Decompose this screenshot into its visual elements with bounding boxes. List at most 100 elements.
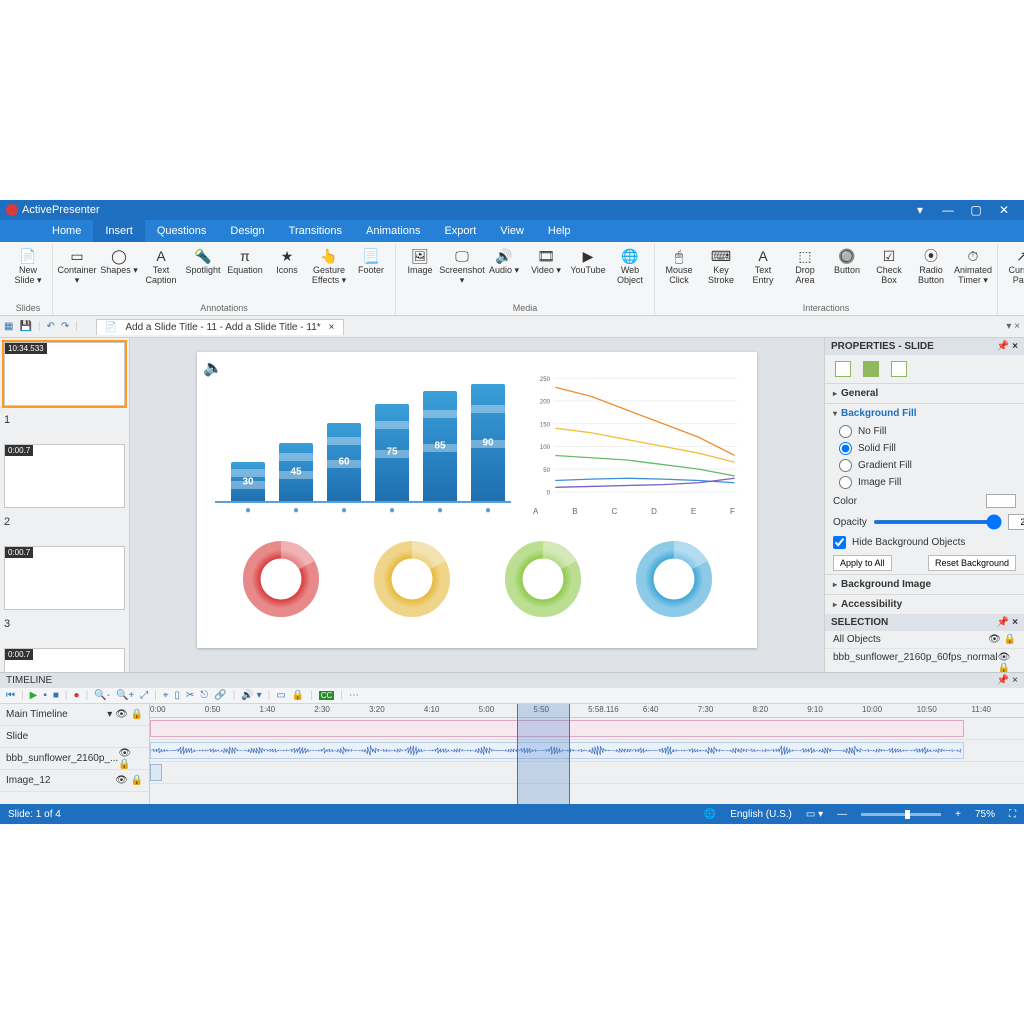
- document-tab[interactable]: 📄 Add a Slide Title - 11 - Add a Slide T…: [96, 319, 344, 335]
- selection-pin-icon[interactable]: 📌 ×: [997, 617, 1018, 628]
- ribbon-video-[interactable]: 🎞Video ▾: [526, 244, 566, 288]
- timeline-ruler[interactable]: 0:000:501:402:303:204:105:005:505:58.116…: [150, 704, 1024, 718]
- timeline-track-select[interactable]: Main Timeline▾ 👁 🔒: [0, 704, 149, 726]
- menu-home[interactable]: Home: [40, 220, 93, 242]
- qa-redo-icon[interactable]: ↷: [61, 321, 69, 332]
- opacity-slider[interactable]: [873, 520, 1002, 524]
- tl-select-icon[interactable]: ▭: [276, 690, 285, 701]
- minimize-button[interactable]: —: [934, 203, 962, 217]
- bar[interactable]: 90: [471, 384, 505, 501]
- zoom-out-icon[interactable]: —: [837, 809, 847, 820]
- menu-view[interactable]: View: [488, 220, 536, 242]
- tl-play-icon[interactable]: ▶: [30, 690, 38, 701]
- section-accessibility[interactable]: ▸Accessibility: [825, 594, 1024, 614]
- slide-canvas[interactable]: 🔈 304560758590 ●●●●●● 050100150200250 AB…: [197, 352, 757, 648]
- tl-link-icon[interactable]: 🔗: [214, 690, 226, 701]
- donut-chart[interactable]: [373, 540, 451, 618]
- menu-questions[interactable]: Questions: [145, 220, 219, 242]
- track-image[interactable]: [150, 762, 1024, 784]
- canvas-area[interactable]: 🔈 304560758590 ●●●●●● 050100150200250 AB…: [130, 338, 824, 672]
- tl-zoom-out-icon[interactable]: 🔍-: [94, 690, 110, 701]
- ribbon-web-object[interactable]: 🌐WebObject: [610, 244, 650, 288]
- timeline-pin-icon[interactable]: 📌 ×: [997, 675, 1018, 686]
- tl-pause-icon[interactable]: ▪: [43, 690, 47, 701]
- slide-thumbnail[interactable]: 10:34.533: [4, 342, 125, 406]
- tl-zoom-fit-icon[interactable]: ⤢: [140, 690, 148, 701]
- tl-stop-icon[interactable]: ■: [53, 690, 59, 701]
- menu-help[interactable]: Help: [536, 220, 583, 242]
- timeline-row-image[interactable]: Image_12👁 🔒: [0, 770, 149, 792]
- ribbon-button[interactable]: 🔘Button: [827, 244, 867, 288]
- slide-thumbnail[interactable]: 0:00.7: [4, 444, 125, 508]
- ribbon-shapes-[interactable]: ◯Shapes ▾: [99, 244, 139, 288]
- track-audio[interactable]: [150, 740, 1024, 762]
- timeline-row-slide[interactable]: Slide: [0, 726, 149, 748]
- fill-solid[interactable]: Solid Fill: [825, 440, 1024, 457]
- visibility-icon[interactable]: 👁 🔒: [988, 634, 1016, 645]
- status-lang-icon[interactable]: 🌐: [704, 809, 716, 820]
- fill-image[interactable]: Image Fill: [825, 474, 1024, 491]
- tl-record-icon[interactable]: ●: [74, 690, 80, 701]
- tl-zoom-in-icon[interactable]: 🔍+: [116, 690, 134, 701]
- prop-tab-1-icon[interactable]: [835, 361, 851, 377]
- ribbon-drop-area[interactable]: ⬚DropArea: [785, 244, 825, 288]
- tl-more-icon[interactable]: ⋯: [349, 690, 359, 701]
- ribbon-cursor-path[interactable]: ↗CursorPath: [1002, 244, 1024, 288]
- close-tab-icon[interactable]: ×: [329, 322, 335, 333]
- close-button[interactable]: ✕: [990, 203, 1018, 217]
- prop-tab-2-icon[interactable]: [863, 361, 879, 377]
- timeline-row-audio[interactable]: bbb_sunflower_2160p_...👁 🔒: [0, 748, 149, 770]
- maximize-button[interactable]: ▢: [962, 203, 990, 217]
- timeline-tracks[interactable]: 0:000:501:402:303:204:105:005:505:58.116…: [150, 704, 1024, 804]
- slide-thumbnail[interactable]: 0:00.7: [4, 546, 125, 610]
- bar[interactable]: 45: [279, 443, 313, 502]
- ribbon-image[interactable]: 🖼Image: [400, 244, 440, 288]
- ribbon-radio-button[interactable]: ⦿RadioButton: [911, 244, 951, 288]
- tl-split-icon[interactable]: ⎋: [200, 690, 208, 701]
- visibility-icon[interactable]: 👁 🔒: [998, 652, 1016, 674]
- opacity-input[interactable]: [1008, 514, 1024, 530]
- ribbon-screenshot-[interactable]: 🖵Screenshot ▾: [442, 244, 482, 288]
- status-view-icon[interactable]: ▭ ▾: [806, 809, 823, 820]
- ribbon-animated-timer-[interactable]: ⏱AnimatedTimer ▾: [953, 244, 993, 288]
- panel-pin-icon[interactable]: ▾ ×: [1006, 321, 1020, 332]
- section-background-image[interactable]: ▸Background Image: [825, 574, 1024, 594]
- donut-chart[interactable]: [635, 540, 713, 618]
- ribbon-footer[interactable]: 📃Footer: [351, 244, 391, 288]
- fill-gradient[interactable]: Gradient Fill: [825, 457, 1024, 474]
- zoom-in-icon[interactable]: +: [955, 809, 961, 820]
- playhead-selection[interactable]: [517, 704, 569, 804]
- ribbon-icons[interactable]: ★Icons: [267, 244, 307, 288]
- menu-design[interactable]: Design: [218, 220, 276, 242]
- tl-cut-icon[interactable]: ✂: [186, 690, 194, 701]
- bar[interactable]: 85: [423, 391, 457, 502]
- ribbon-text-entry[interactable]: ATextEntry: [743, 244, 783, 288]
- ribbon-mouse-click[interactable]: 🖱MouseClick: [659, 244, 699, 288]
- donut-chart[interactable]: [504, 540, 582, 618]
- tl-skip-start-icon[interactable]: ⏮: [6, 690, 15, 701]
- zoom-slider[interactable]: [861, 813, 941, 816]
- fullscreen-icon[interactable]: ⛶: [1009, 809, 1016, 820]
- properties-pin-icon[interactable]: 📌 ×: [997, 341, 1018, 352]
- apply-all-button[interactable]: Apply to All: [833, 555, 892, 571]
- bar[interactable]: 75: [375, 404, 409, 502]
- reset-bg-button[interactable]: Reset Background: [928, 555, 1016, 571]
- zoom-percent[interactable]: 75%: [975, 809, 995, 820]
- qa-grid-icon[interactable]: ▦: [4, 321, 13, 332]
- bar[interactable]: 30: [231, 462, 265, 501]
- ribbon-youtube[interactable]: ▶YouTube: [568, 244, 608, 288]
- tl-cc-icon[interactable]: CC: [319, 691, 335, 700]
- ribbon-new-slide-[interactable]: 📄NewSlide ▾: [8, 244, 48, 288]
- ribbon-spotlight[interactable]: 🔦Spotlight: [183, 244, 223, 288]
- ribbon-equation[interactable]: πEquation: [225, 244, 265, 288]
- bar-chart[interactable]: 304560758590: [215, 363, 511, 503]
- donut-chart[interactable]: [242, 540, 320, 618]
- track-slide[interactable]: [150, 718, 1024, 740]
- line-chart[interactable]: 050100150200250: [529, 365, 739, 505]
- menu-transitions[interactable]: Transitions: [277, 220, 354, 242]
- tl-marker-icon[interactable]: ▯: [175, 690, 181, 701]
- ribbon-text-caption[interactable]: ATextCaption: [141, 244, 181, 288]
- hide-bg-checkbox[interactable]: Hide Background Objects: [825, 533, 1024, 552]
- tl-lock-icon[interactable]: 🔒: [292, 690, 304, 701]
- selection-item[interactable]: All Objects👁 🔒: [825, 631, 1024, 649]
